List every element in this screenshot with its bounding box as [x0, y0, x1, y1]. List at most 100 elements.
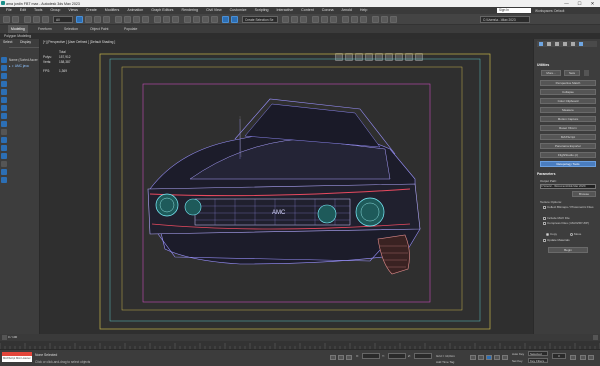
filter-all-icon[interactable]: [1, 153, 7, 159]
menu-edit[interactable]: Edit: [16, 7, 30, 14]
maxscript-listener[interactable]: MAXScript Mini Listener: [2, 352, 32, 362]
collapse-button[interactable]: Collapse: [540, 89, 596, 95]
move-icon[interactable]: [115, 16, 122, 23]
find-icon[interactable]: [1, 177, 7, 183]
selection-filter-dropdown[interactable]: All: [53, 16, 73, 23]
ribbon-tab-modeling[interactable]: Modeling: [8, 25, 28, 33]
utilities-header[interactable]: Utilities: [537, 63, 549, 67]
filter-groups-icon[interactable]: [1, 105, 7, 111]
motion-tab-icon[interactable]: [563, 42, 567, 46]
utilities-tab-icon[interactable]: [579, 42, 583, 46]
rotate-icon[interactable]: [124, 16, 131, 23]
copy-radio-dot[interactable]: [546, 232, 549, 236]
mirror-icon[interactable]: [231, 16, 238, 23]
bind-space-warp-icon[interactable]: [42, 16, 49, 23]
menu-content[interactable]: Content: [297, 7, 318, 14]
select-object-icon[interactable]: [76, 16, 83, 23]
more-button[interactable]: More...: [541, 70, 561, 76]
time-slider-left-arrow-icon[interactable]: [2, 335, 7, 340]
project-folder-dropdown[interactable]: C:\Users\a...\Max 2023: [480, 16, 530, 23]
include-max-file-checkbox[interactable]: [543, 216, 546, 220]
filter-cameras-icon[interactable]: [1, 81, 7, 87]
perspective-viewport[interactable]: [+] [Perspective ] [User Defined ] [Defa…: [40, 39, 533, 334]
modify-tab-icon[interactable]: [547, 42, 551, 46]
scene-item-amc-javelin[interactable]: ▸ ⚬ AMC java: [9, 64, 29, 68]
edit-named-selection-icon[interactable]: [222, 16, 229, 23]
keyboard-shortcut-icon[interactable]: [172, 16, 179, 23]
create-tab-icon[interactable]: [539, 42, 543, 46]
move-radio-dot[interactable]: [570, 232, 573, 236]
menu-views[interactable]: Views: [64, 7, 82, 14]
next-frame-icon[interactable]: [494, 355, 500, 360]
select-manipulate-icon[interactable]: [163, 16, 170, 23]
previous-frame-icon[interactable]: [478, 355, 484, 360]
browse-button[interactable]: Browse: [572, 191, 596, 197]
filter-bones-icon[interactable]: [1, 121, 7, 127]
scene-column-header[interactable]: Name (Sorted Ascer: [9, 58, 38, 62]
render-production-icon[interactable]: [360, 16, 367, 23]
time-slider-right-arrow-icon[interactable]: [593, 335, 598, 340]
rectangular-selection-icon[interactable]: [94, 16, 101, 23]
menu-create[interactable]: Create: [82, 7, 101, 14]
motion-capture-button[interactable]: Motion Capture: [540, 116, 596, 122]
pivot-center-icon[interactable]: [154, 16, 161, 23]
display-tab-icon[interactable]: [571, 42, 575, 46]
filter-frozen-icon[interactable]: [1, 137, 7, 143]
update-materials-checkbox[interactable]: [543, 238, 546, 242]
toggle-scene-explorer-icon[interactable]: [291, 16, 298, 23]
maximize-button[interactable]: ☐: [573, 0, 586, 7]
undo-icon[interactable]: [3, 16, 10, 23]
output-path-field[interactable]: C:\Users\...\Documents\3ds Max 2023\: [540, 184, 596, 189]
z-field[interactable]: [414, 353, 432, 359]
isolate-selection-icon[interactable]: [330, 355, 336, 360]
filter-hidden-icon[interactable]: [1, 145, 7, 151]
ribbon-tab-selection[interactable]: Selection: [64, 25, 78, 33]
menu-rendering[interactable]: Rendering: [177, 7, 202, 14]
snaps-toggle-icon[interactable]: [184, 16, 191, 23]
sign-in-button[interactable]: Sign In: [497, 8, 531, 13]
filter-none-icon[interactable]: [1, 161, 7, 167]
parameters-header[interactable]: Parameters: [537, 172, 555, 176]
key-filters-button[interactable]: Key Filters...: [528, 358, 548, 363]
auto-key-button[interactable]: Auto Key: [512, 352, 524, 356]
menu-file[interactable]: File: [2, 7, 16, 14]
begin-button[interactable]: Begin: [548, 247, 588, 253]
angle-snap-icon[interactable]: [193, 16, 200, 23]
retopology-tools-button[interactable]: Retopology Tools: [540, 161, 596, 167]
color-clipboard-button[interactable]: Color Clipboard: [540, 98, 596, 104]
close-button[interactable]: ✕: [586, 0, 599, 7]
ribbon-tab-freeform[interactable]: Freeform: [38, 25, 52, 33]
track-bar[interactable]: [0, 341, 600, 349]
corona-icon[interactable]: [381, 16, 388, 23]
x-field[interactable]: [362, 353, 380, 359]
ribbon-tab-object-paint[interactable]: Object Paint: [90, 25, 108, 33]
align-icon[interactable]: [282, 16, 289, 23]
play-icon[interactable]: [486, 355, 492, 360]
minimize-button[interactable]: —: [560, 0, 573, 7]
select-by-name-icon[interactable]: [85, 16, 92, 23]
unlink-icon[interactable]: [33, 16, 40, 23]
orbit-icon[interactable]: [588, 355, 594, 360]
scale-icon[interactable]: [133, 16, 140, 23]
filter-shapes-icon[interactable]: [1, 65, 7, 71]
layer-explorer-icon[interactable]: [300, 16, 307, 23]
ribbon-tab-populate[interactable]: Populate: [124, 25, 137, 33]
reset-xform-button[interactable]: Reset XForm: [540, 125, 596, 131]
menu-modifiers[interactable]: Modifiers: [101, 7, 124, 14]
y-field[interactable]: [388, 353, 406, 359]
compress-files-checkbox[interactable]: [543, 221, 546, 225]
menu-help[interactable]: Help: [356, 7, 371, 14]
named-selection-dropdown[interactable]: Create Selection Se: [242, 16, 278, 23]
measure-button[interactable]: Measure: [540, 107, 596, 113]
percent-snap-icon[interactable]: [202, 16, 209, 23]
filter-xrefs-icon[interactable]: [1, 113, 7, 119]
polygon-modeling-label[interactable]: Polygon Modeling: [4, 34, 31, 38]
time-slider[interactable]: 0 / 100: [0, 334, 600, 341]
menu-arnold[interactable]: Arnold: [338, 7, 356, 14]
filter-invert-icon[interactable]: [1, 169, 7, 175]
menu-customize[interactable]: Customize: [226, 7, 251, 14]
compress-files-option[interactable]: Compress Files (.MAXZIP/.ZIP): [543, 221, 597, 225]
schematic-view-icon[interactable]: [321, 16, 328, 23]
link-icon[interactable]: [24, 16, 31, 23]
flightstudio-button[interactable]: FlightStudio (c): [540, 152, 596, 158]
